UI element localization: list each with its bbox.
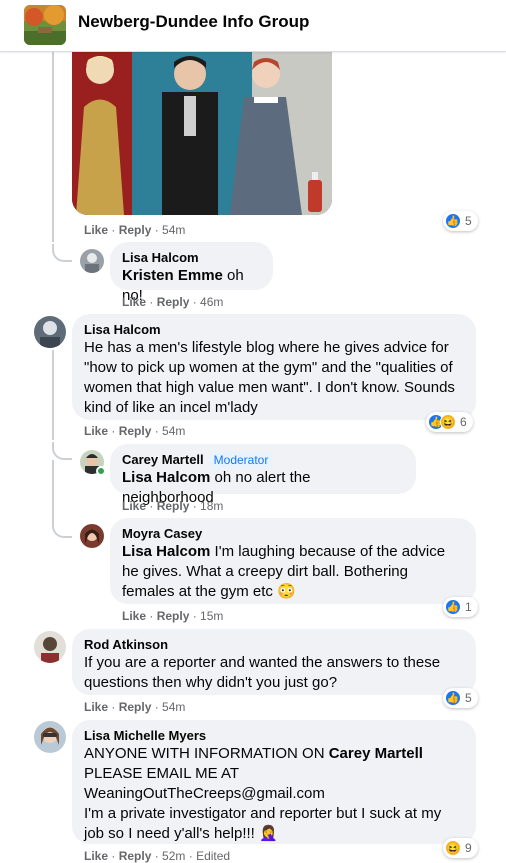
online-indicator [96,466,106,476]
like-icon: 👍 [445,213,461,229]
timestamp[interactable]: 46m [200,295,223,309]
thread-connector [52,520,72,538]
group-header: Newberg-Dundee Info Group [0,0,506,52]
group-name[interactable]: Newberg-Dundee Info Group [78,12,309,32]
reaction-summary[interactable]: 😆 9 [443,838,478,858]
haha-icon: 😆 [440,414,456,430]
avatar[interactable] [34,721,66,753]
group-thumbnail[interactable] [24,5,66,45]
thread-line [52,52,54,242]
comment-bubble: Lisa Halcom Kristen Emme oh no! [110,242,273,304]
comment-text: He has a men's lifestyle blog where he g… [84,339,455,416]
thread-line [52,460,54,520]
reaction-count: 5 [465,691,472,705]
moderator-badge: Moderator [209,452,273,468]
timestamp[interactable]: 54m [162,223,185,237]
avatar[interactable] [80,249,104,273]
thread-connector [52,442,72,460]
reaction-summary[interactable]: 👍 😆 6 [426,412,473,432]
reaction-summary[interactable]: 👍 5 [443,211,478,231]
reaction-count: 5 [465,214,472,228]
timestamp[interactable]: 15m [200,609,223,623]
photo-actions: Like · Reply · 54m [84,223,186,237]
comment-text: Lisa Halcom I'm laughing because of the … [122,543,446,600]
comment-author[interactable]: Moyra Casey [122,526,464,542]
comment-author[interactable]: Carey Martell Moderator [122,452,404,468]
comment-author[interactable]: Lisa Michelle Myers [84,728,464,744]
comment-actions: Like · Reply · 52m · Edited [84,849,231,863]
mention-link[interactable]: Carey Martell [329,745,423,762]
timestamp[interactable]: 54m [162,700,185,714]
comment-actions: Like · Reply · 18m [122,499,224,513]
reply-link[interactable]: Reply [157,295,190,309]
comment-author[interactable]: Rod Atkinson [84,637,464,653]
comment-bubble: Lisa Michelle Myers ANYONE WITH INFORMAT… [72,720,476,844]
comment-bubble: Carey Martell Moderator Lisa Halcom oh no… [110,444,416,506]
comment-bubble: Moyra Casey Lisa Halcom I'm laughing bec… [110,518,476,604]
mention-link[interactable]: Lisa Halcom [122,469,210,486]
mention-link[interactable]: Lisa Halcom [122,543,210,560]
reply-link[interactable]: Reply [119,700,152,714]
reaction-count: 1 [465,600,472,614]
comment-author[interactable]: Lisa Halcom [84,322,464,338]
reaction-summary[interactable]: 👍 1 [443,597,478,617]
comment-bubble: Lisa Halcom He has a men's lifestyle blo… [72,314,476,420]
mention-link[interactable]: Kristen Emme [122,267,223,284]
edited-label[interactable]: Edited [196,849,230,863]
reaction-summary[interactable]: 👍 5 [443,688,478,708]
comment-actions: Like · Reply · 46m [122,295,224,309]
like-link[interactable]: Like [84,424,108,438]
comment-text: If you are a reporter and wanted the ans… [84,654,441,691]
reaction-count: 9 [465,841,472,855]
like-link[interactable]: Like [122,609,146,623]
comment-actions: Like · Reply · 54m [84,424,186,438]
reaction-count: 6 [460,415,467,429]
reply-link[interactable]: Reply [157,609,190,623]
timestamp[interactable]: 18m [200,499,223,513]
haha-icon: 😆 [445,840,461,856]
comment-actions: Like · Reply · 15m [122,609,224,623]
like-link[interactable]: Like [122,295,146,309]
like-link[interactable]: Like [84,223,108,237]
reply-link[interactable]: Reply [119,424,152,438]
comment-photo[interactable] [72,52,332,215]
like-link[interactable]: Like [122,499,146,513]
reply-link[interactable]: Reply [119,223,152,237]
comment-text: ANYONE WITH INFORMATION ON Carey Martell… [84,745,442,842]
reply-link[interactable]: Reply [119,849,152,863]
comment-bubble: Rod Atkinson If you are a reporter and w… [72,629,476,695]
thread-line [52,350,54,440]
like-link[interactable]: Like [84,849,108,863]
avatar[interactable] [80,524,104,548]
reply-link[interactable]: Reply [157,499,190,513]
avatar[interactable] [34,316,66,348]
timestamp[interactable]: 52m [162,849,185,863]
timestamp[interactable]: 54m [162,424,185,438]
avatar[interactable] [34,631,66,663]
like-icon: 👍 [445,690,461,706]
like-link[interactable]: Like [84,700,108,714]
like-icon: 👍 [445,599,461,615]
thread-connector [52,244,72,262]
comment-actions: Like · Reply · 54m [84,700,186,714]
comment-author[interactable]: Lisa Halcom [122,250,261,266]
